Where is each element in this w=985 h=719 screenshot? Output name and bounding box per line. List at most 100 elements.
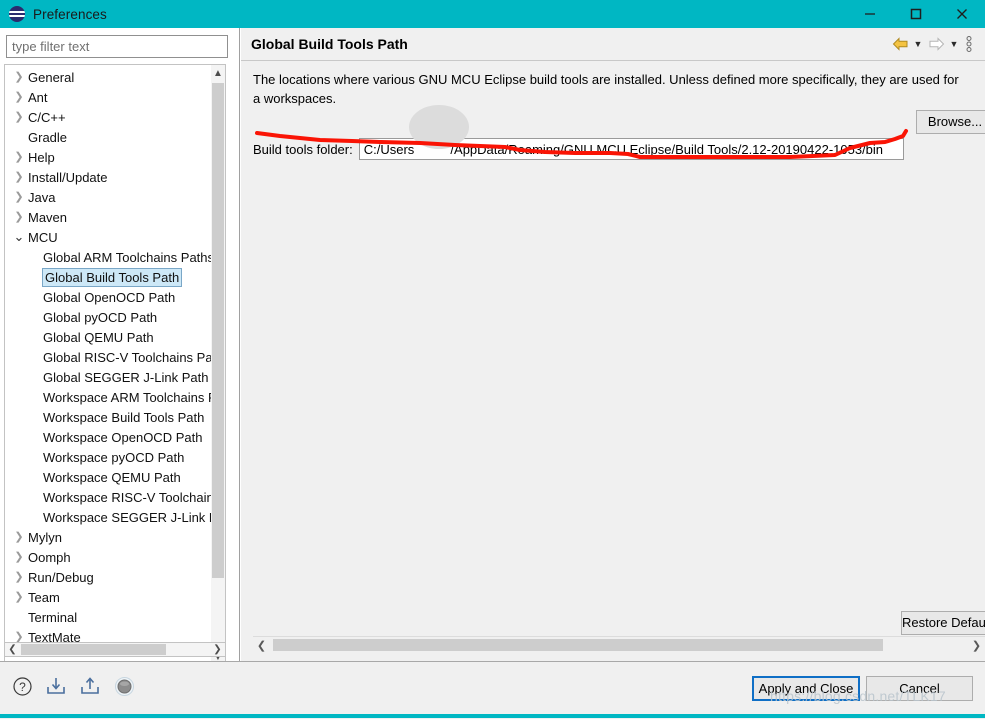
browse-button[interactable]: Browse...: [916, 110, 985, 134]
preferences-sidebar: ❯General❯Ant❯C/C++Gradle❯Help❯Install/Up…: [0, 28, 240, 666]
back-dropdown-caret-icon[interactable]: ▼: [911, 31, 925, 57]
window-title: Preferences: [33, 6, 107, 22]
sidebar-item-label: MCU: [28, 229, 58, 245]
sidebar-item-run-debug[interactable]: ❯ Run/Debug: [5, 567, 211, 587]
back-arrow-icon[interactable]: [889, 31, 911, 57]
preference-page: Global Build Tools Path ▼ ▼ The location…: [241, 28, 985, 661]
sidebar-item-workspace-build-tools-path[interactable]: Workspace Build Tools Path: [5, 407, 211, 427]
sidebar-item-label: Mylyn: [28, 529, 62, 545]
sidebar-item-label: Global QEMU Path: [43, 329, 154, 345]
forward-arrow-icon[interactable]: [925, 31, 947, 57]
sidebar-item-java[interactable]: ❯ Java: [5, 187, 211, 207]
chevron-right-icon[interactable]: ❯: [11, 107, 27, 127]
sidebar-item-label: Ant: [28, 89, 48, 105]
sidebar-item-mcu[interactable]: ⌄ MCU: [5, 227, 211, 247]
scroll-up-icon[interactable]: ▲: [211, 65, 225, 81]
restore-defaults-button[interactable]: Restore Defaults: [901, 611, 985, 635]
build-tools-folder-label: Build tools folder:: [253, 141, 353, 157]
sidebar-item-label: Global OpenOCD Path: [43, 289, 176, 305]
sidebar-item-install-update[interactable]: ❯ Install/Update: [5, 167, 211, 187]
content-scroll-right-icon[interactable]: ❯: [968, 637, 985, 653]
chevron-down-icon[interactable]: ⌄: [11, 227, 27, 247]
content-horizontal-scrollbar[interactable]: ❮ ❯: [253, 636, 985, 653]
build-tools-folder-input[interactable]: [358, 138, 904, 160]
filter-input[interactable]: [6, 35, 228, 58]
sidebar-item-global-arm-toolchains-paths[interactable]: Global ARM Toolchains Paths: [5, 247, 211, 267]
header-divider: [241, 60, 985, 61]
chevron-right-icon[interactable]: ❯: [11, 187, 27, 207]
sidebar-item-label: Java: [28, 189, 56, 205]
content-horizontal-scroll-thumb[interactable]: [273, 639, 883, 651]
sidebar-item-terminal[interactable]: Terminal: [5, 607, 211, 627]
chevron-right-icon[interactable]: ❯: [11, 527, 27, 547]
sidebar-item-workspace-pyocd-path[interactable]: Workspace pyOCD Path: [5, 447, 211, 467]
sidebar-item-general[interactable]: ❯ General: [5, 67, 211, 87]
window-titlebar: Preferences: [0, 0, 985, 28]
sidebar-item-team[interactable]: ❯ Team: [5, 587, 211, 607]
sidebar-item-c-c[interactable]: ❯ C/C++: [5, 107, 211, 127]
sidebar-item-label: Workspace SEGGER J-Link Path: [43, 509, 211, 525]
forward-dropdown-caret-icon[interactable]: ▼: [947, 31, 961, 57]
sidebar-item-label: Gradle: [28, 129, 68, 145]
chevron-right-icon[interactable]: ❯: [11, 67, 27, 87]
minimize-icon[interactable]: [847, 0, 893, 28]
window-bottom-edge: [0, 714, 985, 718]
chevron-right-icon[interactable]: ❯: [11, 207, 27, 227]
scroll-right-icon[interactable]: ❯: [210, 643, 225, 656]
preferences-tree[interactable]: ❯ General ❯ Ant ❯ C/C++ Gradle ❯ Help ❯ Install/Up…: [4, 64, 226, 666]
sidebar-item-global-qemu-path[interactable]: Global QEMU Path: [5, 327, 211, 347]
chevron-right-icon[interactable]: ❯: [11, 587, 27, 607]
scroll-left-icon[interactable]: ❮: [5, 643, 20, 656]
tree-vertical-scrollbar[interactable]: ▲ ▼: [211, 64, 226, 666]
tree-horizontal-scrollbar[interactable]: ❮ ❯: [4, 642, 226, 657]
sidebar-item-global-pyocd-path[interactable]: Global pyOCD Path: [5, 307, 211, 327]
sidebar-item-label: Workspace OpenOCD Path: [43, 429, 203, 445]
sidebar-item-label: Global SEGGER J-Link Path: [43, 369, 209, 385]
sidebar-item-help[interactable]: ❯ Help: [5, 147, 211, 167]
sidebar-item-label: Workspace pyOCD Path: [43, 449, 185, 465]
sidebar-item-label: General: [28, 69, 75, 85]
sidebar-item-workspace-openocd-path[interactable]: Workspace OpenOCD Path: [5, 427, 211, 447]
content-scroll-left-icon[interactable]: ❮: [253, 637, 270, 653]
sidebar-item-global-segger-j-link-path[interactable]: Global SEGGER J-Link Path: [5, 367, 211, 387]
sidebar-item-global-build-tools-path[interactable]: Global Build Tools Path: [5, 267, 211, 287]
sidebar-item-ant[interactable]: ❯ Ant: [5, 87, 211, 107]
help-icon[interactable]: ?: [10, 674, 34, 698]
view-menu-dots-icon[interactable]: [961, 31, 977, 57]
sidebar-item-workspace-risc-v-toolchains-paths[interactable]: Workspace RISC-V Toolchains Paths: [5, 487, 211, 507]
tree-vertical-scroll-thumb[interactable]: [212, 83, 224, 578]
sidebar-item-label: Global pyOCD Path: [43, 309, 158, 325]
sidebar-item-label: Global ARM Toolchains Paths: [43, 249, 211, 265]
sidebar-item-workspace-segger-j-link-path[interactable]: Workspace SEGGER J-Link Path: [5, 507, 211, 527]
sidebar-item-label: Help: [28, 149, 55, 165]
sidebar-item-gradle[interactable]: Gradle: [5, 127, 211, 147]
chevron-right-icon[interactable]: ❯: [11, 567, 27, 587]
page-header-tools: ▼ ▼: [889, 31, 977, 57]
sidebar-item-label: Global RISC-V Toolchains Paths: [43, 349, 211, 365]
chevron-right-icon[interactable]: ❯: [11, 547, 27, 567]
tree-horizontal-scroll-thumb[interactable]: [21, 644, 166, 655]
watermark: https://blog.csdn.net/TLK17: [770, 688, 946, 704]
import-preferences-icon[interactable]: [44, 674, 68, 698]
sidebar-item-label: C/C++: [28, 109, 66, 125]
sidebar-item-global-openocd-path[interactable]: Global OpenOCD Path: [5, 287, 211, 307]
sidebar-item-workspace-arm-toolchains-paths[interactable]: Workspace ARM Toolchains Paths: [5, 387, 211, 407]
sidebar-item-label: Maven: [28, 209, 68, 225]
sidebar-item-maven[interactable]: ❯ Maven: [5, 207, 211, 227]
page-header: Global Build Tools Path ▼ ▼: [241, 28, 985, 60]
export-preferences-icon[interactable]: [78, 674, 102, 698]
sidebar-item-oomph[interactable]: ❯ Oomph: [5, 547, 211, 567]
sphere-icon[interactable]: [112, 674, 136, 698]
chevron-right-icon[interactable]: ❯: [11, 87, 27, 107]
close-icon[interactable]: [939, 0, 985, 28]
sidebar-item-mylyn[interactable]: ❯ Mylyn: [5, 527, 211, 547]
sidebar-item-label: Workspace QEMU Path: [43, 469, 181, 485]
sidebar-item-label: Workspace ARM Toolchains Paths: [43, 389, 211, 405]
sidebar-item-workspace-qemu-path[interactable]: Workspace QEMU Path: [5, 467, 211, 487]
sidebar-item-global-risc-v-toolchains-paths[interactable]: Global RISC-V Toolchains Paths: [5, 347, 211, 367]
chevron-right-icon[interactable]: ❯: [11, 167, 27, 187]
sidebar-item-label: Workspace RISC-V Toolchains Paths: [43, 489, 211, 505]
maximize-icon[interactable]: [893, 0, 939, 28]
sidebar-item-label: Run/Debug: [28, 569, 94, 585]
chevron-right-icon[interactable]: ❯: [11, 147, 27, 167]
